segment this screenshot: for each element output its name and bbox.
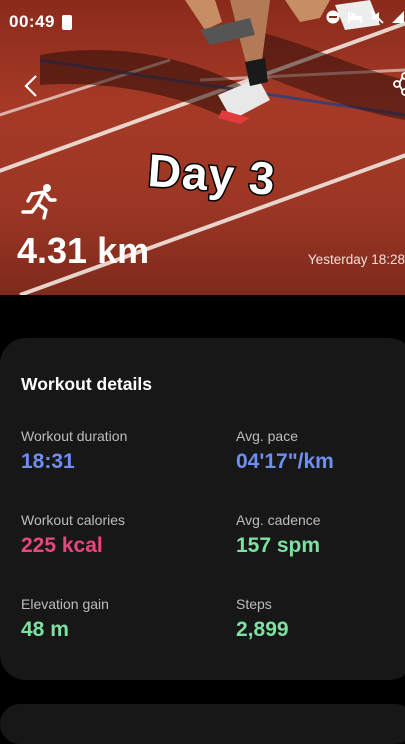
metric-steps: Steps 2,899 bbox=[236, 596, 289, 642]
signal-icon bbox=[392, 11, 404, 23]
running-icon bbox=[21, 184, 57, 220]
metric-value: 18:31 bbox=[21, 450, 75, 473]
metric-workout-calories: Workout calories 225 kcal bbox=[21, 512, 125, 558]
metric-value: 48 m bbox=[21, 618, 69, 641]
battery-alert-icon bbox=[61, 14, 72, 30]
metric-label: Avg. cadence bbox=[236, 512, 321, 528]
metric-elevation-gain: Elevation gain 48 m bbox=[21, 596, 109, 642]
metric-value: 157 spm bbox=[236, 534, 321, 557]
metric-avg-pace: Avg. pace 04'17"/km bbox=[236, 428, 334, 474]
metric-label: Workout calories bbox=[21, 512, 126, 528]
bed-icon bbox=[348, 12, 362, 23]
metric-label: Steps bbox=[236, 596, 272, 612]
workout-hero-image: 00:49 Day 3 4.31 km Yesterday 18:28 bbox=[0, 0, 405, 295]
metric-label: Workout duration bbox=[21, 428, 128, 444]
share-icon[interactable] bbox=[393, 70, 405, 98]
status-icons bbox=[326, 10, 405, 24]
status-time: 00:49 bbox=[9, 12, 55, 31]
mute-icon bbox=[370, 10, 384, 24]
status-bar: 00:49 bbox=[9, 10, 405, 34]
metric-value: 225 kcal bbox=[21, 534, 103, 557]
metric-value: 04'17"/km bbox=[236, 450, 334, 473]
workout-distance: 4.31 km bbox=[17, 230, 150, 271]
do-not-disturb-icon bbox=[326, 10, 340, 24]
metric-avg-cadence: Avg. cadence 157 spm bbox=[236, 512, 321, 558]
metric-value: 2,899 bbox=[236, 618, 289, 641]
workout-details-title: Workout details bbox=[21, 374, 152, 394]
workout-timestamp: Yesterday 18:28 bbox=[307, 252, 405, 267]
day-overlay-title: Day 3 bbox=[145, 142, 279, 206]
next-section-card[interactable] bbox=[0, 704, 405, 744]
metric-label: Avg. pace bbox=[236, 428, 299, 444]
metric-workout-duration: Workout duration 18:31 bbox=[21, 428, 127, 474]
back-arrow-icon[interactable] bbox=[22, 72, 40, 100]
metric-label: Elevation gain bbox=[21, 596, 109, 612]
